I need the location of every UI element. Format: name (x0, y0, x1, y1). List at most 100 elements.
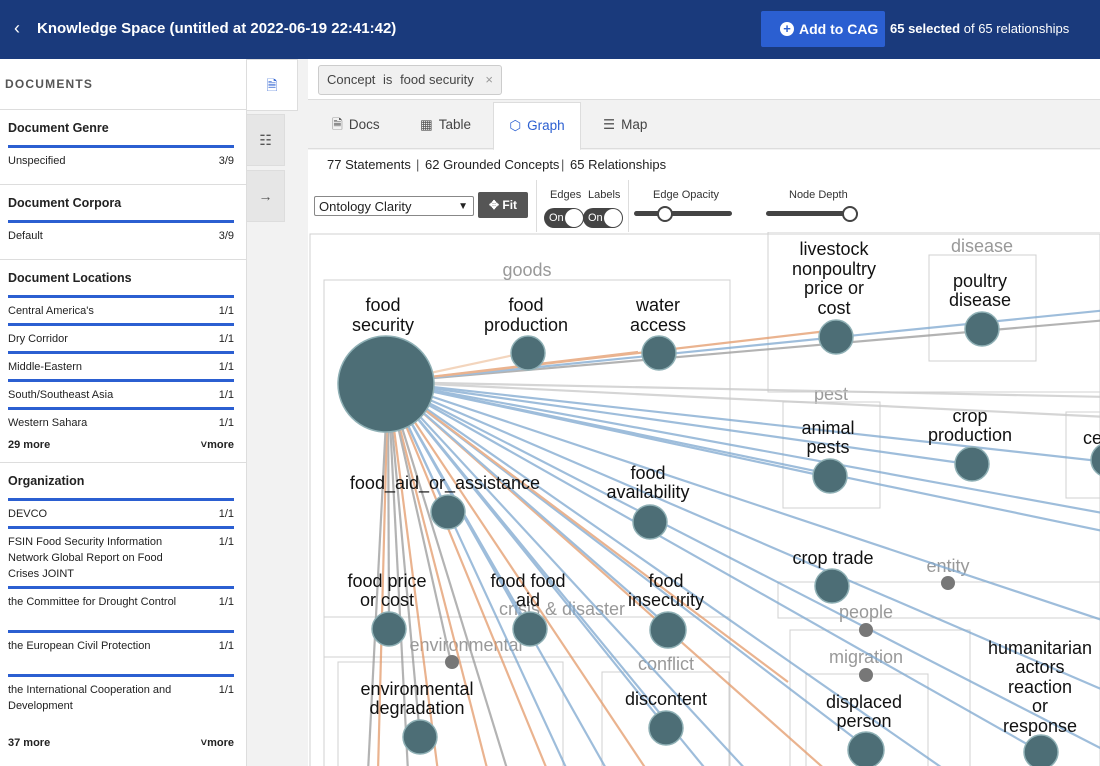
facet-genre: Document Genre Unspecified 3/9 (0, 110, 246, 185)
selection-summary: 65 selected of 65 relationships (890, 21, 1069, 36)
facet-count: 1/1 (218, 640, 234, 652)
facet-row[interactable]: South/Southeast Asia 1/1 (8, 379, 234, 405)
edge[interactable] (387, 380, 969, 466)
sidebar-header: DOCUMENTS (0, 59, 246, 110)
node-livestock[interactable] (818, 319, 854, 355)
facet-row[interactable]: Default 3/9 (8, 220, 234, 244)
edges-toggle-state: On (549, 212, 564, 224)
facet-row[interactable]: the European Civil Protection 1/1 (8, 630, 234, 670)
node-small[interactable] (445, 655, 459, 669)
selected-suffix: of 65 relationships (963, 21, 1070, 36)
facet-count: 1/1 (218, 508, 234, 520)
facet-bar (8, 630, 234, 633)
tab-table[interactable]: ▦ Table (420, 102, 490, 148)
show-more-row: 37 more ˅more (8, 737, 234, 749)
facet-bar (8, 323, 234, 326)
labels-label: Labels (588, 189, 621, 201)
node-environmental-degradation[interactable] (402, 719, 438, 755)
node-discontent[interactable] (648, 710, 684, 746)
node-displaced-person[interactable] (847, 731, 885, 766)
graph-stats: 77 Statements | 62 Grounded Concepts | 6… (308, 150, 1100, 180)
node-water-access[interactable] (641, 335, 677, 371)
layout-select[interactable]: Ontology Clarity ▼ (314, 196, 474, 216)
facet-row[interactable]: the International Cooperation and Develo… (8, 674, 234, 730)
show-more-row: 29 more ˅more (8, 439, 234, 451)
node-food-security[interactable] (337, 335, 435, 433)
top-bar: ‹ Knowledge Space (untitled at 2022-06-1… (0, 0, 1100, 59)
knowledge-graph[interactable]: goods disease pest crisis & disaster env… (308, 232, 1100, 766)
node-small[interactable] (859, 668, 873, 682)
slider-handle[interactable] (657, 206, 674, 222)
facet-row[interactable]: DEVCO 1/1 (8, 498, 234, 524)
facet-row[interactable]: Central America's 1/1 (8, 295, 234, 321)
close-icon[interactable]: × (485, 72, 493, 87)
group-label-conflict: conflict (638, 654, 694, 674)
chevron-left-icon[interactable]: ‹ (14, 18, 20, 38)
stats-separator: | (416, 157, 420, 172)
node-crop-production[interactable] (954, 446, 990, 482)
node-food-food-aid[interactable] (512, 611, 548, 647)
facet-row[interactable]: Unspecified 3/9 (8, 145, 234, 169)
node-food-availability[interactable] (632, 504, 668, 540)
facet-row[interactable]: the Committee for Drought Control 1/1 (8, 586, 234, 626)
tab-graph[interactable]: ⬡ Graph (493, 102, 581, 151)
facet-bar (8, 220, 234, 223)
node-ce[interactable] (1090, 443, 1100, 477)
show-more-label: more (207, 737, 234, 749)
graph-icon: ⬡ (509, 118, 522, 133)
node-label: food price or cost (347, 571, 426, 610)
slider-handle[interactable] (842, 206, 858, 222)
node-animal-pests[interactable] (812, 458, 848, 494)
fit-button[interactable]: ✥ Fit (478, 192, 528, 218)
node-food-insecurity[interactable] (649, 611, 687, 649)
edge-opacity-slider[interactable] (634, 206, 732, 222)
node-humanitarian[interactable] (1023, 734, 1059, 766)
document-icon: 🗎 (332, 117, 343, 132)
node-small[interactable] (859, 623, 873, 637)
tab-map[interactable]: ☰ Map (603, 102, 673, 148)
page-title: Knowledge Space (untitled at 2022-06-19 … (37, 20, 397, 37)
edge[interactable] (387, 380, 1100, 514)
selected-count: 65 selected (890, 21, 961, 36)
show-more-link[interactable]: ˅more (201, 439, 234, 451)
hierarchy-tab[interactable]: ☷ (247, 114, 285, 166)
node-label: food security (352, 295, 414, 335)
node-small[interactable] (941, 576, 955, 590)
facet-title: Document Locations (8, 271, 132, 285)
tab-label: Table (438, 117, 472, 132)
filter-chip[interactable]: Concept is food security × (318, 65, 502, 95)
documents-tab[interactable]: 🗎 (247, 59, 298, 111)
facet-row[interactable]: Western Sahara 1/1 (8, 407, 234, 433)
facet-bar (8, 498, 234, 501)
view-tabs: 🗎 Docs ▦ Table ⬡ Graph ☰ Map (308, 100, 1100, 151)
show-more-link[interactable]: ˅more (201, 737, 234, 749)
facet-count: 1/1 (218, 389, 234, 401)
node-label: livestock nonpoultry price or cost (792, 239, 876, 318)
node-food-aid[interactable] (430, 494, 466, 530)
node-label: food availability (606, 463, 689, 502)
relationship-count: 65 Relationships (570, 157, 667, 172)
node-depth-slider[interactable] (766, 206, 858, 222)
facet-row[interactable]: Dry Corridor 1/1 (8, 323, 234, 349)
labels-toggle[interactable]: On (583, 208, 623, 228)
edges-toggle[interactable]: On (544, 208, 584, 228)
group-label-disease: disease (951, 236, 1013, 256)
add-to-cag-button[interactable]: + Add to CAG (761, 11, 885, 47)
facet-row[interactable]: Middle-Eastern 1/1 (8, 351, 234, 377)
divider (536, 180, 537, 232)
node-label: ce (1083, 428, 1100, 448)
node-food-price[interactable] (371, 611, 407, 647)
edge[interactable] (387, 380, 1100, 418)
graph-canvas[interactable]: goods disease pest crisis & disaster env… (308, 232, 1100, 766)
tab-docs[interactable]: 🗎 Docs (332, 102, 402, 148)
stats-separator: | (561, 157, 565, 172)
node-food-production[interactable] (510, 335, 546, 371)
facet-label: South/Southeast Asia (8, 389, 114, 401)
node-crop-trade[interactable] (814, 568, 850, 604)
group-label-migration: migration (829, 647, 903, 667)
collapse-tab[interactable]: → (247, 170, 285, 222)
filter-bar[interactable]: Concept is food security × (308, 59, 1100, 100)
node-poultry-disease[interactable] (964, 311, 1000, 347)
facet-row[interactable]: FSIN Food Security Information Network G… (8, 526, 234, 582)
more-count: 29 more (8, 439, 51, 451)
